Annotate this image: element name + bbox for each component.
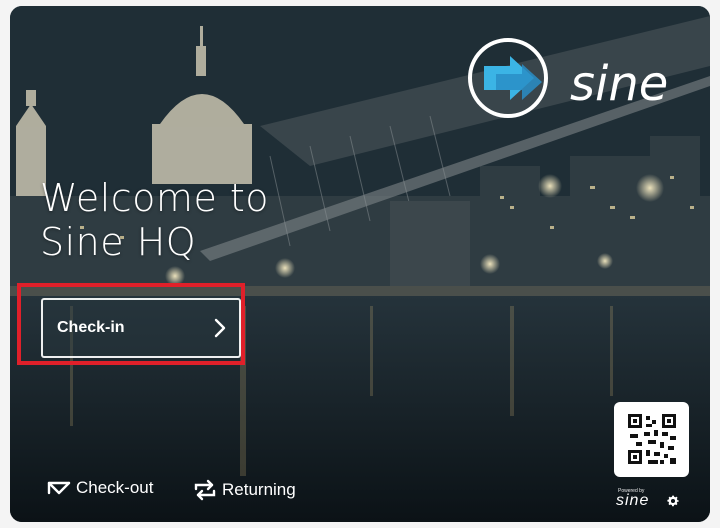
- kiosk-screen: sine Welcome to Sine HQ Check-in Check-o…: [10, 6, 710, 522]
- powered-brand: sine: [616, 492, 650, 509]
- repeat-icon: [194, 479, 216, 501]
- welcome-line-2: Sine HQ: [40, 220, 197, 264]
- welcome-line-1: Welcome to: [40, 176, 270, 220]
- highlight-box: [17, 283, 245, 365]
- qr-code-icon: [628, 414, 676, 464]
- welcome-heading: Welcome to Sine HQ: [40, 176, 269, 264]
- checkout-button[interactable]: Check-out: [46, 478, 153, 498]
- arrow-up-left-icon: [47, 481, 71, 495]
- checkout-label: Check-out: [76, 478, 154, 497]
- returning-button[interactable]: Returning: [192, 478, 296, 502]
- returning-label: Returning: [222, 480, 296, 499]
- gear-icon[interactable]: [666, 494, 680, 508]
- sine-logo: sine: [468, 38, 668, 118]
- brand-name: sine: [570, 56, 668, 112]
- qr-code[interactable]: [614, 402, 689, 477]
